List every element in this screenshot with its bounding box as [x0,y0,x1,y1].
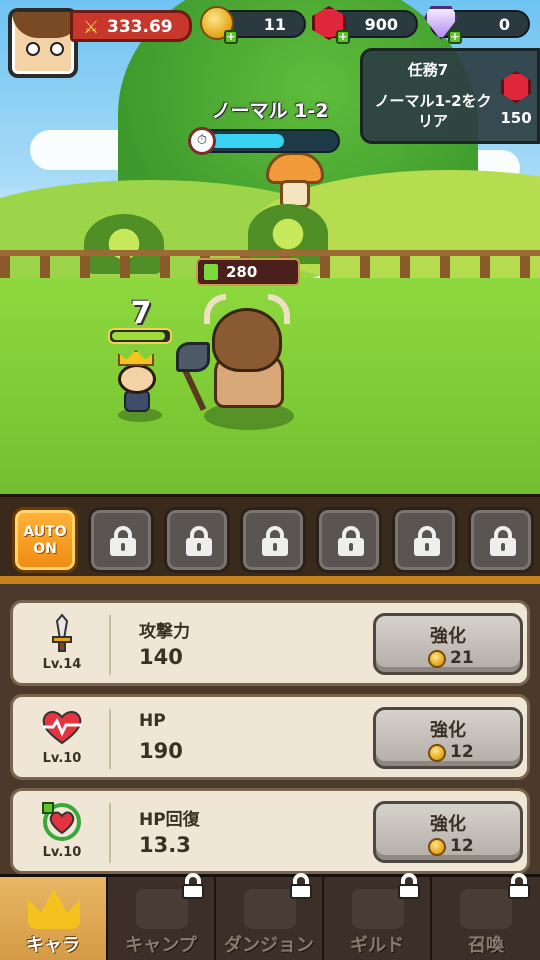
lock-icon [508,873,530,899]
gold-coin-icon [428,838,446,856]
ruby-value: 900 [364,15,398,34]
hp-bar-icon [204,264,218,280]
heart-regen-icon [37,801,87,841]
upgrade-button-label: 強化 [430,626,466,647]
upgrade-panel: Lv.14 攻撃力 140 強化 21 Lv.10 HP 190 強化 12 L… [0,584,540,874]
gold-coin-icon [428,650,446,668]
lock-icon [262,526,288,556]
upgrade-level: Lv.10 [42,845,82,860]
upgrade-attack-button[interactable]: 強化 21 [373,613,523,675]
upgrade-value: 190 [139,739,183,763]
upgrade-cost: 12 [450,836,474,856]
mission-reward: 150 [500,109,532,127]
skill-slot-locked[interactable] [392,507,458,573]
auto-toggle-button[interactable]: AUTO ON [12,507,78,573]
skill-bar: AUTO ON [0,494,540,584]
upgrade-card-hp-regen: Lv.10 HP回復 13.3 強化 12 [10,788,530,874]
meat-icon [136,889,188,929]
upgrade-cost: 21 [450,648,474,668]
lock-icon [414,526,440,556]
crown-icon [28,889,80,929]
lock-icon [290,873,312,899]
upgrade-name: HP回復 [139,810,200,830]
tab-label: キャンプ [125,935,197,956]
gold-value: 11 [263,15,286,34]
plus-icon[interactable]: + [224,30,238,44]
lock-icon [182,873,204,899]
skill-slot-locked[interactable] [468,507,534,573]
upgrade-value: 13.3 [139,833,191,857]
lock-icon [186,526,212,556]
ruby-icon [501,71,531,103]
diamond-value: 0 [498,15,510,34]
gold-counter[interactable]: + 11 [200,6,306,44]
mission-description: ノーマル1-2をクリア [374,92,492,130]
lock-icon [338,526,364,556]
gold-coin-icon [428,744,446,762]
lock-icon [490,526,516,556]
stage-timer-bar: ⏱ [188,127,340,155]
swords-icon: ⚔ [83,17,100,38]
skill-slot-locked[interactable] [240,507,306,573]
stage-title: ノーマル 1-2 [211,100,329,122]
tab-camp[interactable]: キャンプ [108,873,216,960]
mission-title: 任務7 [407,61,449,79]
tab-guild[interactable]: ギルド [324,873,432,960]
tab-summon[interactable]: 召喚 [432,873,540,960]
upgrade-card-hp: Lv.10 HP 190 強化 12 [10,694,530,780]
player-avatar[interactable] [8,8,78,78]
lock-icon [398,873,420,899]
skill-slot-locked[interactable] [164,507,230,573]
hero-hp-bar [108,328,172,344]
upgrade-value: 140 [139,645,183,669]
axe-icon [176,342,210,372]
crossed-swords-icon [244,889,296,929]
hero-character [112,350,168,422]
sword-icon [37,613,87,653]
mushroom-house [266,152,324,212]
enemy-viking[interactable] [176,292,312,432]
tab-character[interactable]: キャラ [0,877,108,960]
upgrade-button-label: 強化 [430,720,466,741]
upgrade-card-attack: Lv.14 攻撃力 140 強化 21 [10,600,530,686]
skill-slot-locked[interactable] [88,507,154,573]
diamond-counter[interactable]: + 0 [424,6,530,44]
auto-label: AUTO ON [23,524,67,557]
upgrade-button-label: 強化 [430,814,466,835]
tab-label: ダンジョン [224,935,314,956]
combat-power-badge: ⚔ 333.69 [70,10,192,42]
upgrade-hp-button[interactable]: 強化 12 [373,707,523,769]
hero-hp-fill [112,332,166,340]
tab-dungeon[interactable]: ダンジョン [216,873,324,960]
tab-label: 召喚 [468,935,504,956]
ruby-counter[interactable]: + 900 [312,6,418,44]
bottom-nav: キャラ キャンプ ダンジョン ギルド 召喚 [0,873,540,960]
mission-panel[interactable]: 任務7 ノーマル1-2をクリア 150 [360,48,540,144]
upgrade-hp-regen-button[interactable]: 強化 12 [373,801,523,863]
enemy-hp-value: 280 [226,263,258,281]
upgrade-cost: 12 [450,742,474,762]
tab-label: ギルド [350,935,404,956]
enemy-hp-badge: 280 [196,258,300,286]
skill-slot-locked[interactable] [316,507,382,573]
upgrade-name: HP [139,711,166,731]
shield-emblem-icon [352,889,404,929]
crown-icon [118,350,154,366]
heartbeat-icon [37,707,87,747]
combat-power-value: 333.69 [107,17,173,37]
upgrade-level: Lv.14 [42,657,82,672]
stopwatch-icon: ⏱ [188,127,216,155]
summon-gem-icon [460,889,512,929]
upgrade-name: 攻撃力 [139,622,190,642]
stage-timer-fill [210,134,285,148]
plus-icon[interactable]: + [448,30,462,44]
damage-number: 7 [130,296,152,331]
plus-icon[interactable]: + [336,30,350,44]
lock-icon [110,526,136,556]
upgrade-level: Lv.10 [42,751,82,766]
tab-label: キャラ [26,935,80,956]
